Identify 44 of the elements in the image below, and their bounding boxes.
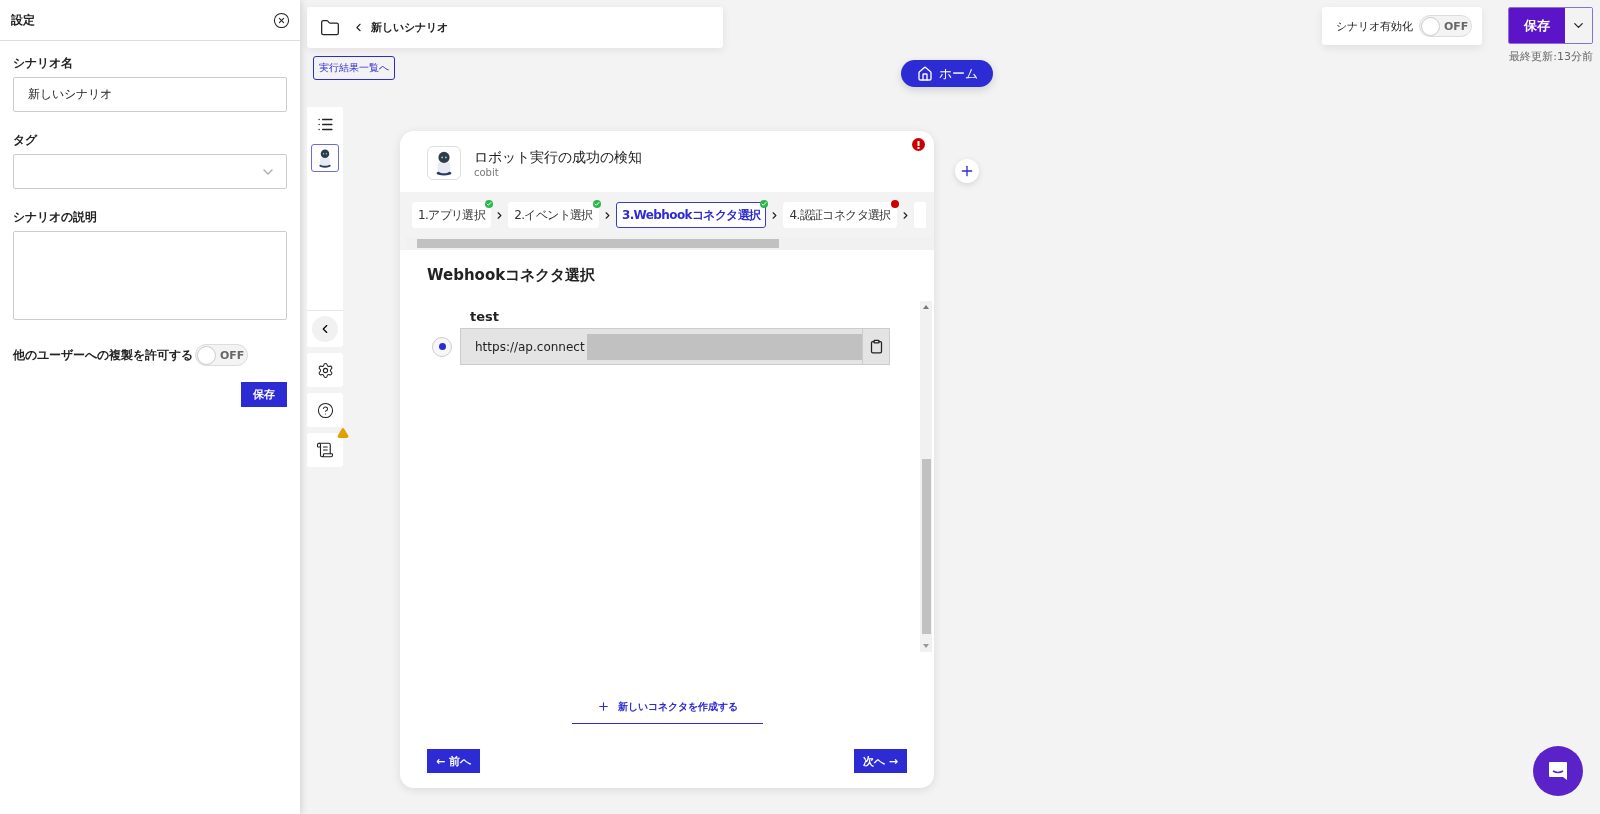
step-tab[interactable]: 1.アプリ選択 (412, 202, 492, 228)
chat-button[interactable] (1533, 746, 1583, 796)
collapse-button[interactable] (312, 316, 338, 342)
save-button[interactable]: 保存 (241, 382, 287, 407)
field-label: シナリオの説明 (13, 209, 98, 226)
node-thumbnail[interactable] (311, 144, 339, 172)
activation-label: シナリオ有効化 (1336, 18, 1413, 34)
radio-button[interactable] (432, 336, 452, 357)
home-icon (917, 65, 933, 82)
next-button[interactable]: 次へ → (853, 749, 907, 773)
step-tab[interactable]: 2.イベント選択 (508, 202, 599, 228)
home-button[interactable]: ホーム (901, 60, 993, 87)
help-icon[interactable] (307, 393, 343, 427)
save-button[interactable]: 保存 (1509, 8, 1565, 43)
document-icon (316, 441, 334, 459)
app-name: cobit (474, 166, 500, 178)
add-icon[interactable] (955, 159, 979, 183)
back-link[interactable]: 新しいシナリオ (352, 20, 448, 35)
url-field[interactable]: https://ap.connect (460, 328, 890, 365)
node-title: ロボット実行の成功の検知 (474, 148, 642, 167)
plus-icon (596, 700, 610, 713)
field-label: シナリオ名 (13, 55, 74, 72)
description-input[interactable] (13, 231, 287, 320)
settings-icon[interactable] (307, 353, 343, 387)
name-input[interactable]: 新しいシナリオ (13, 77, 287, 112)
section-title: Webhookコネクタ選択 (427, 266, 597, 285)
folder-icon (320, 17, 340, 38)
vertical-scrollbar[interactable] (920, 301, 932, 652)
activation-toggle[interactable]: OFF (1419, 15, 1472, 37)
results-link[interactable]: 実行結果一覧へ (313, 56, 395, 80)
step-tab[interactable]: 4.認証コネクタ選択 (783, 202, 897, 228)
log-button[interactable] (307, 433, 343, 467)
step-tab[interactable]: 3.Webhookコネクタ選択 (615, 202, 767, 228)
warning-icon (337, 427, 349, 439)
panel-title: 設定 (11, 11, 35, 29)
field-label: タグ (13, 132, 39, 149)
chat-icon (1547, 760, 1569, 782)
toggle-label: 他のユーザーへの複製を許可する (13, 346, 193, 364)
connector-name: test (470, 309, 500, 324)
prev-button[interactable]: ← 前へ (427, 749, 481, 773)
copy-toggle[interactable]: OFF (195, 344, 248, 366)
close-icon[interactable] (273, 11, 290, 29)
last-updated: 最終更新:13分前 (1509, 49, 1593, 64)
create-connector-link[interactable]: 新しいコネクタを作成する (571, 690, 763, 724)
